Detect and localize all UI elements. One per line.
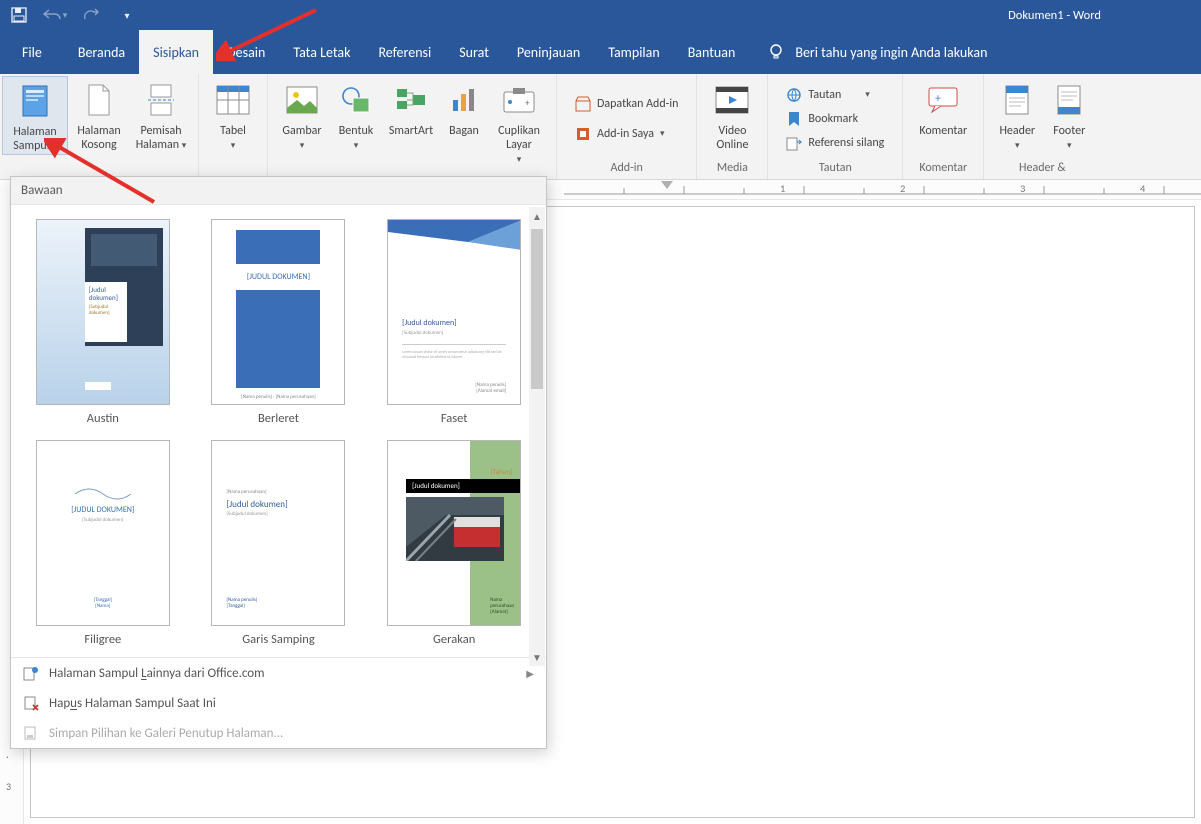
lightbulb-icon (767, 43, 785, 61)
crossref-icon (786, 135, 802, 151)
bookmark-icon (786, 111, 802, 127)
tell-me-label: Beri tahu yang ingin Anda lakukan (795, 44, 987, 61)
bookmark-button[interactable]: Bookmark (780, 108, 864, 130)
tab-mailings[interactable]: Surat (445, 30, 503, 74)
online-video-button[interactable]: Video Online (703, 76, 761, 152)
svg-text:+: + (525, 98, 530, 109)
cover-austin[interactable]: [Judul dokumen] [Subjudul dokumen] Austi… (29, 219, 177, 426)
tab-home[interactable]: Beranda (64, 30, 139, 74)
blank-page-button[interactable]: Halaman Kosong (68, 76, 130, 152)
shapes-button[interactable]: Bentuk▾ (330, 76, 382, 153)
tab-help[interactable]: Bantuan (674, 30, 750, 74)
save-to-gallery: Simpan Pilihan ke Galeri Penutup Halaman… (11, 718, 546, 748)
save-button[interactable] (6, 2, 32, 28)
cover-page-gallery: Bawaan [Judul dokumen] [Subjudul dokumen… (10, 176, 547, 749)
cover-page-button[interactable]: Halaman Sampul ▾ (2, 76, 68, 155)
chart-button[interactable]: Bagan (440, 76, 488, 138)
remove-cover-label: Hapus Halaman Sampul Saat Ini (49, 696, 216, 711)
title-bar: ▾ ▾ Dokumen1 - Word (0, 0, 1201, 30)
document-title: Dokumen1 - Word (1008, 8, 1101, 23)
group-label-links: Tautan (774, 161, 896, 179)
tab-view[interactable]: Tampilan (594, 30, 673, 74)
redo-button[interactable] (78, 2, 104, 28)
office-icon (23, 665, 39, 681)
tab-insert[interactable]: Sisipkan (139, 30, 213, 74)
smartart-button[interactable]: SmartArt (382, 76, 440, 138)
more-covers-label: Halaman Sampul Lainnya dari Office.com (49, 666, 265, 681)
pictures-button[interactable]: Gambar▾ (274, 76, 330, 153)
table-button[interactable]: Tabel▾ (205, 76, 261, 153)
footer-button[interactable]: Footer▾ (1044, 76, 1094, 153)
tell-me[interactable]: Beri tahu yang ingin Anda lakukan (767, 30, 987, 74)
tab-review[interactable]: Peninjauan (503, 30, 594, 74)
scroll-thumb[interactable] (531, 229, 543, 389)
scroll-down-icon[interactable]: ▼ (529, 648, 545, 666)
remove-cover[interactable]: Hapus Halaman Sampul Saat Ini (11, 688, 546, 718)
remove-icon (23, 695, 39, 711)
tab-design[interactable]: Desain (213, 30, 279, 74)
screenshot-button[interactable]: + Cuplikan Layar▾ (488, 76, 550, 167)
cover-faset[interactable]: [Judul dokumen] [Subjudul dokumen] Lorem… (380, 219, 528, 426)
quick-access-toolbar: ▾ ▾ (6, 0, 140, 30)
cover-gerakan[interactable]: [Tahun] [Judul dokumen] Namaperusahaan[A… (380, 440, 528, 647)
page-break-button[interactable]: Pemisah Halaman ▾ (130, 76, 192, 153)
link-button[interactable]: Tautan ▾ (780, 84, 875, 106)
store-icon (575, 96, 591, 112)
svg-text:+: + (935, 92, 941, 106)
header-button[interactable]: Header▾ (990, 76, 1044, 153)
group-label-headerfooter: Header & (990, 161, 1094, 179)
cover-filigree[interactable]: [JUDUL DOKUMEN] [Subjudul dokumen] [Tang… (29, 440, 177, 647)
customize-qat-button[interactable]: ▾ (114, 2, 140, 28)
group-label-comments: Komentar (909, 161, 977, 179)
cover-garis-samping[interactable]: [Nama perusahaan] [Judul dokumen] [Subju… (205, 440, 353, 647)
undo-button[interactable]: ▾ (42, 2, 68, 28)
group-label-media: Media (703, 161, 761, 179)
tab-layout[interactable]: Tata Letak (279, 30, 364, 74)
submenu-arrow-icon: ▶ (526, 667, 534, 680)
ribbon-tabs: File Beranda Sisipkan Desain Tata Letak … (0, 30, 1201, 74)
save-gallery-label: Simpan Pilihan ke Galeri Penutup Halaman… (49, 726, 283, 741)
cross-reference-button[interactable]: Referensi silang (780, 132, 890, 154)
group-label-addins: Add-in (563, 161, 690, 179)
my-addins-button[interactable]: Add-in Saya ▾ (569, 123, 671, 145)
link-icon (786, 87, 802, 103)
scroll-up-icon[interactable]: ▲ (529, 207, 545, 225)
comment-button[interactable]: + Komentar (909, 76, 977, 138)
get-addins-button[interactable]: Dapatkan Add-in (569, 93, 684, 115)
cover-berleret[interactable]: [JUDUL DOKUMEN] [Nama penulis] · [Nama p… (205, 219, 353, 426)
gallery-header: Bawaan (11, 177, 546, 205)
tab-references[interactable]: Referensi (364, 30, 445, 74)
addin-icon (575, 126, 591, 142)
more-covers-office[interactable]: Halaman Sampul Lainnya dari Office.com ▶ (11, 658, 546, 688)
ribbon: Halaman Sampul ▾ Halaman Kosong Pemisah … (0, 74, 1201, 180)
save-gallery-icon (23, 725, 39, 741)
gallery-scrollbar[interactable]: ▲ ▼ (529, 207, 545, 666)
tab-file[interactable]: File (0, 30, 64, 74)
